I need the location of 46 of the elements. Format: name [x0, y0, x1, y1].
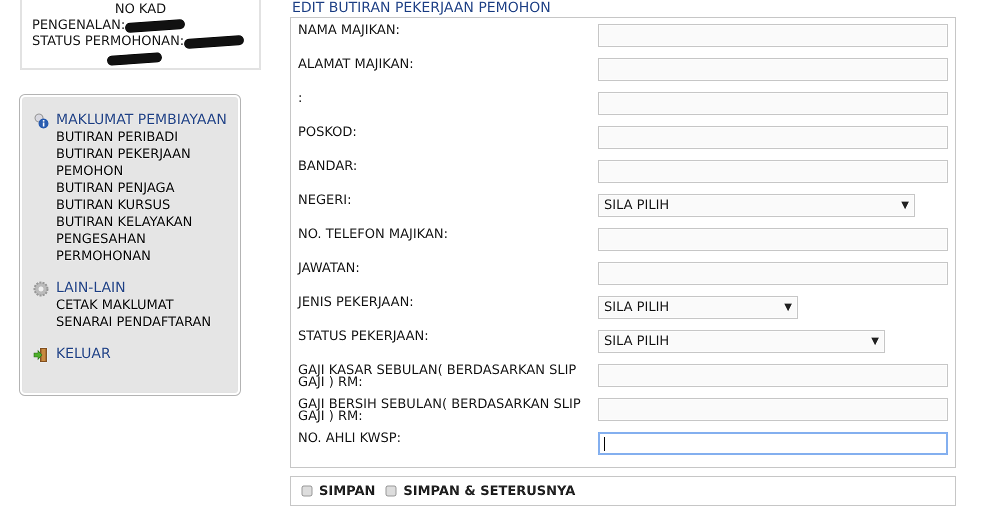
info-icon: [33, 112, 49, 128]
form-title: EDIT BUTIRAN PEKERJAAN PEMOHON: [291, 0, 552, 17]
field-label: NEGERI:: [298, 193, 352, 210]
menu-item[interactable]: BUTIRAN KURSUS: [56, 197, 226, 214]
menu-item[interactable]: BUTIRAN PENJAGA: [56, 180, 226, 197]
exit-door-icon: [33, 346, 49, 362]
menu-section-link[interactable]: KELUAR: [56, 346, 111, 363]
input-field[interactable]: [598, 126, 948, 149]
input-field[interactable]: [598, 398, 948, 421]
menu-item[interactable]: BUTIRAN KELAYAKAN: [56, 214, 226, 231]
menu-item[interactable]: PENGESAHAN PERMOHONAN: [56, 231, 226, 265]
input-field[interactable]: [598, 432, 948, 455]
field-label: ALAMAT MAJIKAN:: [298, 57, 415, 74]
field-label: NO. TELEFON MAJIKAN:: [298, 227, 449, 244]
dropdown[interactable]: SILA PILIH ▼: [598, 330, 885, 353]
input-field[interactable]: [598, 160, 948, 183]
field-label: GAJI BERSIH SEBULAN( BERDASARKAN SLIP GAJI ) RM:: [298, 397, 582, 426]
field-label: STATUS PEKERJAAN:: [298, 329, 430, 346]
gear-icon: [33, 280, 49, 296]
input-field[interactable]: [598, 58, 948, 81]
field-label: JAWATAN:: [298, 261, 361, 278]
dropdown[interactable]: SILA PILIH ▼: [598, 296, 798, 319]
menu-item[interactable]: BUTIRAN PERIBADI: [56, 129, 226, 146]
menu-item[interactable]: SENARAI PENDAFTARAN: [56, 314, 226, 331]
input-field[interactable]: [598, 92, 948, 115]
input-field[interactable]: [598, 24, 948, 47]
field-label: BANDAR:: [298, 159, 358, 176]
id-card-label: NO KAD: [114, 2, 168, 18]
info-label: PENGENALAN:: [32, 18, 126, 34]
field-label: NAMA MAJIKAN:: [298, 23, 401, 40]
field-label: NO. AHLI KWSP:: [298, 431, 402, 448]
field-label: JENIS PEKERJAAN:: [298, 295, 415, 312]
field-label: GAJI KASAR SEBULAN( BERDASARKAN SLIP GAJI ) RM:: [298, 363, 578, 392]
save-button[interactable]: SIMPAN & SETERUSNYA: [385, 482, 576, 500]
field-label: POSKOD:: [298, 125, 358, 142]
dropdown[interactable]: SILA PILIH ▼: [598, 194, 915, 217]
save-button[interactable]: SIMPAN: [301, 482, 376, 500]
menu-item[interactable]: CETAK MAKLUMAT: [56, 297, 226, 314]
input-field[interactable]: [598, 364, 948, 387]
menu-item[interactable]: BUTIRAN PEKERJAAN PEMOHON: [56, 146, 226, 180]
menu-section-link[interactable]: MAKLUMAT PEMBIAYAAN: [56, 112, 227, 129]
field-label: :: [298, 91, 304, 108]
menu-section-link[interactable]: LAIN-LAIN: [56, 280, 126, 297]
info-label: STATUS PERMOHONAN:: [32, 34, 184, 50]
input-field[interactable]: [598, 228, 948, 251]
input-field[interactable]: [598, 262, 948, 285]
